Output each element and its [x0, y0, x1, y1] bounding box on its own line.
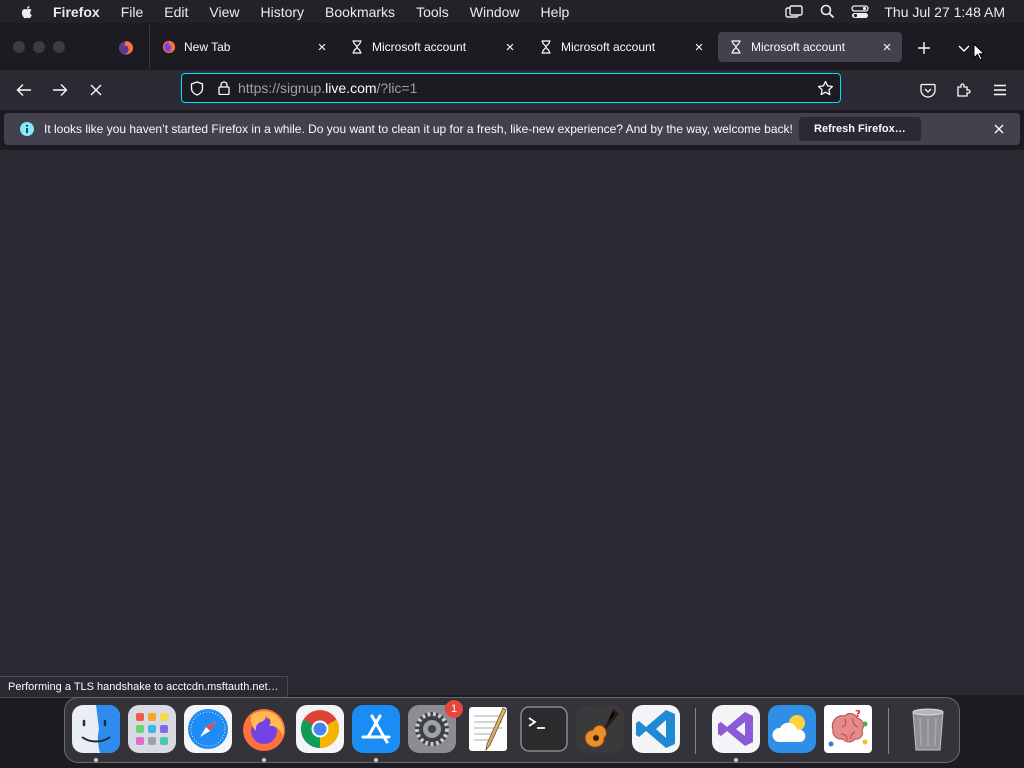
visual-studio-icon[interactable] [711, 704, 761, 754]
tab-microsoft-account-1[interactable]: Microsoft account × [339, 32, 525, 62]
window-zoom-button[interactable] [53, 41, 65, 53]
extensions-puzzle-icon[interactable] [954, 80, 974, 100]
firefox-icon [162, 40, 176, 54]
close-tab-icon[interactable]: × [503, 39, 517, 56]
close-notification-icon[interactable] [992, 122, 1006, 136]
notification-badge: 1 [445, 700, 463, 718]
tab-label: Microsoft account [561, 40, 656, 54]
apple-icon[interactable] [19, 4, 35, 20]
hourglass-icon [541, 40, 551, 54]
url-prefix: https://signup. [238, 80, 326, 96]
control-center-icon[interactable] [851, 4, 870, 20]
tab-label: Microsoft account [372, 40, 467, 54]
forward-arrow-icon[interactable] [50, 80, 70, 100]
tab-microsoft-account-2[interactable]: Microsoft account × [528, 32, 714, 62]
menu-history[interactable]: History [260, 4, 304, 20]
system-settings-app[interactable]: 1 [407, 700, 463, 754]
tab-microsoft-account-active[interactable]: Microsoft account × [718, 32, 902, 62]
menu-window[interactable]: Window [470, 4, 520, 20]
mouse-cursor-icon [972, 42, 986, 62]
dock-separator [695, 708, 696, 754]
url-text[interactable]: https://signup.live.com/?lic=1 [238, 80, 417, 96]
running-indicator [94, 758, 98, 762]
tab-bar: New Tab × Microsoft account × Microsoft … [0, 23, 1024, 70]
hourglass-icon [731, 40, 741, 54]
close-tab-icon[interactable]: × [880, 39, 894, 56]
tab-label: New Tab [184, 40, 231, 54]
svg-text:?: ? [855, 709, 861, 720]
menu-tools[interactable]: Tools [416, 4, 449, 20]
bookmark-star-icon[interactable] [817, 80, 834, 97]
status-text: Performing a TLS handshake to acctcdn.ms… [8, 681, 279, 693]
hamburger-menu-icon[interactable] [990, 80, 1010, 100]
running-indicator [262, 758, 266, 762]
safari-icon[interactable] [183, 704, 233, 754]
status-panel: Performing a TLS handshake to acctcdn.ms… [0, 676, 288, 698]
brain-puzzle-game-icon[interactable]: ? [823, 704, 873, 754]
menu-view[interactable]: View [209, 4, 239, 20]
lock-icon[interactable] [218, 81, 230, 95]
url-domain: live.com [325, 80, 377, 96]
refresh-firefox-button[interactable]: Refresh Firefox… [799, 117, 921, 141]
hourglass-icon [352, 40, 362, 54]
launchpad-icon[interactable] [127, 704, 177, 754]
textedit-icon[interactable] [463, 704, 513, 754]
menu-help[interactable]: Help [541, 4, 570, 20]
garageband-icon[interactable] [575, 704, 625, 754]
new-tab-plus-icon[interactable] [914, 38, 934, 58]
menu-bar: Firefox File Edit View History Bookmarks… [0, 0, 1024, 23]
tab-label: Microsoft account [751, 40, 846, 54]
firefox-view-icon[interactable] [117, 39, 135, 57]
weather-icon[interactable] [767, 704, 817, 754]
close-tab-icon[interactable]: × [692, 39, 706, 56]
refresh-notification-bar: It looks like you haven’t started Firefo… [4, 113, 1020, 145]
back-arrow-icon[interactable] [14, 80, 34, 100]
app-store-icon[interactable] [351, 704, 401, 754]
list-all-tabs-chevron-icon[interactable] [954, 38, 974, 58]
notification-message: It looks like you haven’t started Firefo… [44, 122, 793, 136]
stop-loading-icon[interactable] [86, 80, 106, 100]
pocket-icon[interactable] [918, 80, 938, 100]
trash-icon[interactable] [903, 704, 953, 754]
vscode-icon[interactable] [631, 704, 681, 754]
tab-new-tab[interactable]: New Tab × [151, 32, 337, 62]
menu-bookmarks[interactable]: Bookmarks [325, 4, 395, 20]
dock: 1 ? [64, 697, 960, 763]
navigation-toolbar: https://signup.live.com/?lic=1 [0, 70, 1024, 110]
terminal-icon[interactable] [519, 704, 569, 754]
window-minimize-button[interactable] [33, 41, 45, 53]
finder-icon[interactable] [71, 704, 121, 754]
running-indicator [734, 758, 738, 762]
chrome-icon[interactable] [295, 704, 345, 754]
firefox-icon[interactable] [239, 704, 289, 754]
tab-separator [149, 25, 150, 69]
close-tab-icon[interactable]: × [315, 39, 329, 56]
menubar-clock[interactable]: Thu Jul 27 1:48 AM [884, 4, 1005, 20]
url-suffix: /?lic=1 [376, 80, 418, 96]
spotlight-search-icon[interactable] [818, 4, 836, 20]
dock-separator [888, 708, 889, 754]
menu-app-name[interactable]: Firefox [53, 4, 100, 20]
menu-edit[interactable]: Edit [164, 4, 188, 20]
page-content-area [0, 150, 1024, 695]
menu-file[interactable]: File [121, 4, 144, 20]
info-icon [20, 122, 34, 136]
screen-mirroring-icon[interactable] [785, 4, 804, 20]
address-bar[interactable]: https://signup.live.com/?lic=1 [181, 73, 841, 103]
tracking-protection-shield-icon[interactable] [190, 80, 204, 96]
running-indicator [374, 758, 378, 762]
window-close-button[interactable] [13, 41, 25, 53]
